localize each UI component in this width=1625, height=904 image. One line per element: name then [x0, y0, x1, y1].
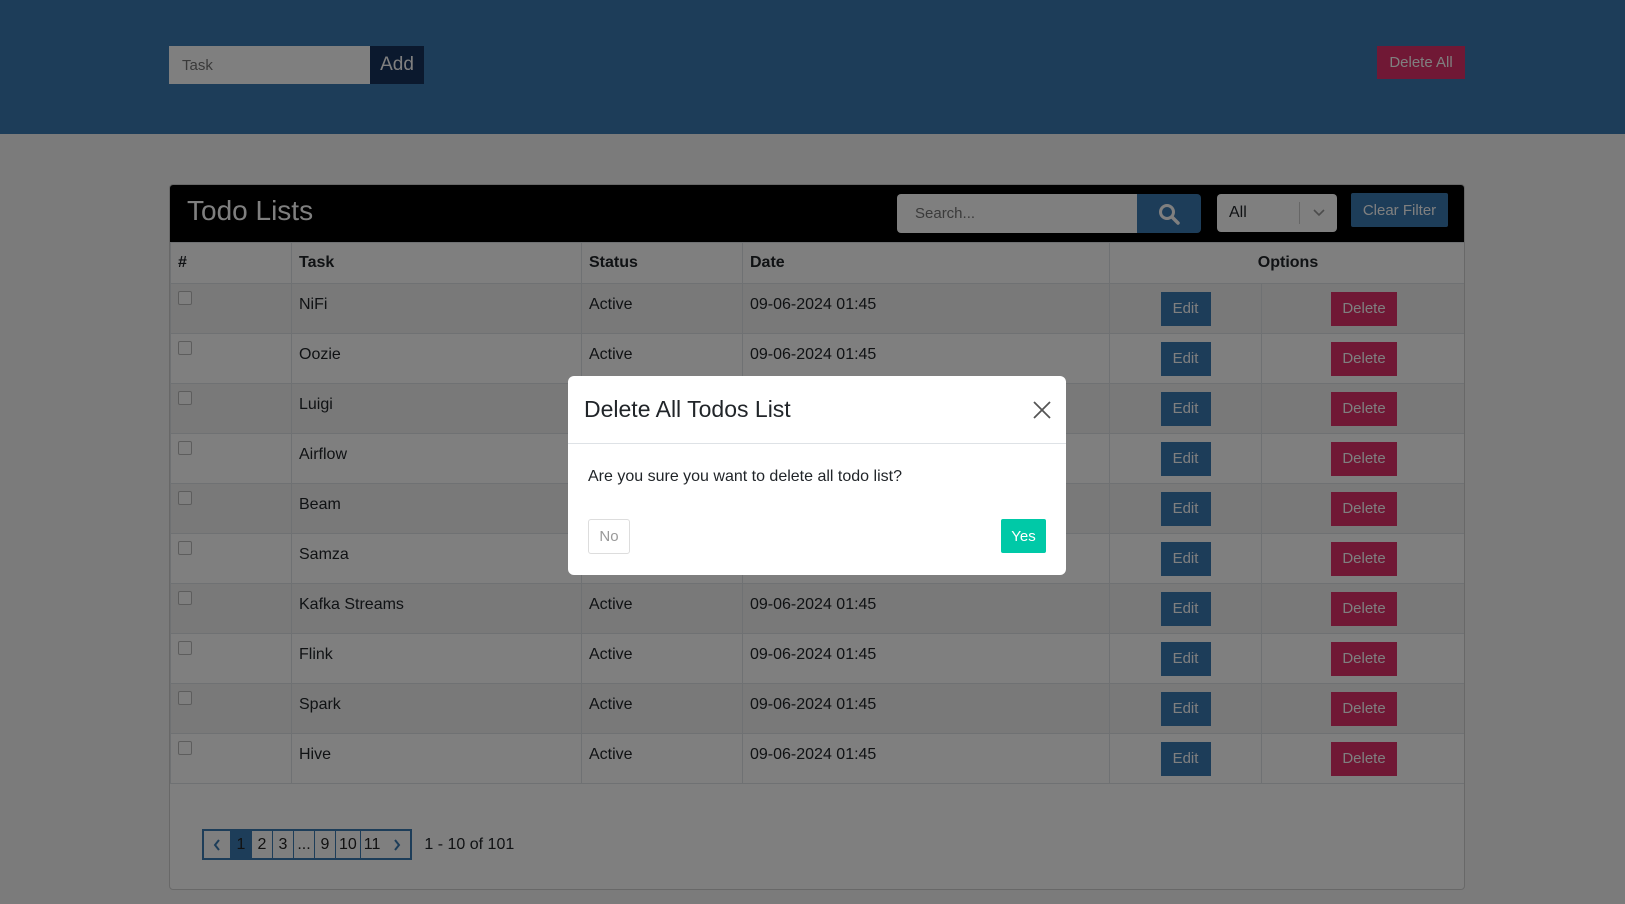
no-button[interactable]: No: [588, 519, 630, 554]
modal-title: Delete All Todos List: [584, 396, 791, 422]
modal-header: Delete All Todos List: [568, 376, 1066, 444]
close-icon[interactable]: [1032, 400, 1052, 420]
yes-button[interactable]: Yes: [1001, 519, 1046, 553]
delete-all-modal: Delete All Todos List Are you sure you w…: [568, 376, 1066, 575]
modal-body-text: Are you sure you want to delete all todo…: [588, 468, 902, 485]
